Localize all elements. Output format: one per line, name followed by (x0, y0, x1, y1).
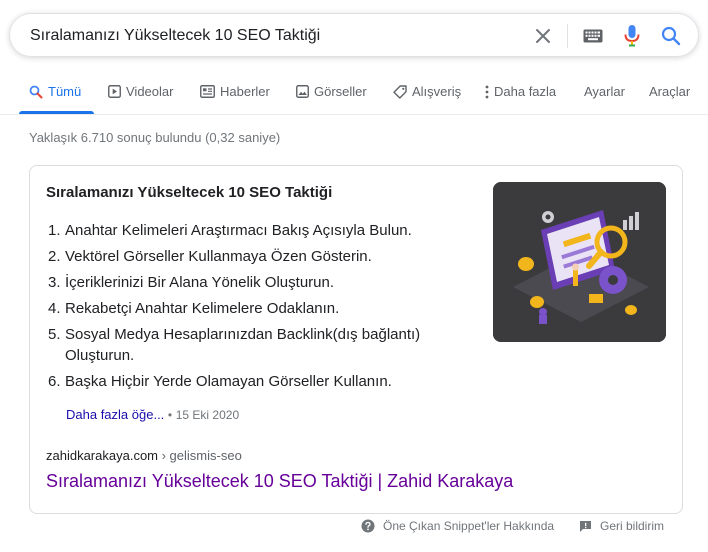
tab-label: Araçlar (649, 84, 691, 99)
microphone-icon[interactable] (621, 25, 643, 47)
tab-label: Ayarlar (584, 84, 625, 99)
tab-label: Daha fazla (494, 84, 557, 99)
about-snippets-label: Öne Çıkan Snippet'ler Hakkında (383, 519, 555, 533)
tab-tools[interactable]: Araçlar (649, 84, 690, 99)
list-item: 5. Sosyal Medya Hesaplarınızdan Backlink(… (48, 324, 468, 366)
list-item: 1. Anahtar Kelimeleri Araştırmacı Bakış A… (48, 220, 468, 241)
search-box[interactable] (9, 13, 699, 57)
featured-snippet: Sıralamanızı Yükseltecek 10 SEO Taktiği … (29, 165, 683, 514)
list-item-text: Sosyal Medya Hesaplarınızdan Backlink(dı… (65, 326, 421, 364)
feedback-link[interactable]: Geri bildirim (579, 519, 664, 533)
tab-news[interactable]: Haberler (200, 84, 270, 99)
separator-dot: • (167, 408, 173, 422)
tab-more[interactable]: Daha fazla (485, 84, 556, 99)
image-icon (296, 85, 309, 98)
snippet-title: Sıralamanızı Yükseltecek 10 SEO Taktiği (46, 184, 333, 201)
tab-images[interactable]: Görseller (296, 84, 367, 99)
list-item-number: 4. (48, 300, 61, 317)
list-item-text: Rekabetçi Anahtar Kelimelere Odaklanın. (65, 300, 340, 317)
list-item-number: 5. (48, 326, 61, 343)
search-divider (567, 24, 568, 48)
search-tabs: Tümü Videolar Haberler Görseller Alışver… (0, 76, 708, 114)
cite-domain: zahidkarakaya.com (46, 448, 158, 463)
tab-label: Tümü (48, 84, 82, 99)
list-item-number: 3. (48, 274, 61, 291)
list-item: 2. Vektörel Görseller Kullanmaya Özen Gös… (48, 246, 468, 267)
list-item-number: 2. (48, 248, 61, 265)
result-title-link[interactable]: Sıralamanızı Yükseltecek 10 SEO Taktiği … (46, 471, 513, 492)
result-stats: Yaklaşık 6.710 sonuç bulundu (0,32 saniy… (29, 130, 281, 145)
about-snippets[interactable]: Öne Çıkan Snippet'ler Hakkında (361, 519, 554, 533)
close-icon[interactable] (532, 25, 554, 47)
search-icon (29, 85, 43, 98)
list-item-text: İçeriklerinizi Bir Alana Yönelik Oluştur… (65, 274, 335, 291)
result-cite: zahidkarakaya.com › gelismis-seo (46, 448, 242, 463)
more-items-link[interactable]: Daha fazla öğe... (66, 407, 164, 422)
feedback-icon (580, 520, 591, 532)
more-row: Daha fazla öğe... • 15 Eki 2020 (66, 407, 239, 422)
list-item: 6. Başka Hiçbir Yerde Olamayan Görseller … (48, 371, 468, 392)
more-vertical-icon (485, 85, 489, 98)
tab-videos[interactable]: Videolar (108, 84, 173, 99)
tab-label: Görseller (314, 84, 367, 99)
tab-label: Videolar (126, 84, 174, 99)
snippet-date: 15 Eki 2020 (175, 408, 240, 422)
tab-settings[interactable]: Ayarlar (584, 84, 625, 99)
list-item-text: Vektörel Görseller Kullanmaya Özen Göste… (65, 248, 372, 265)
keyboard-icon[interactable] (582, 25, 604, 47)
news-icon (200, 85, 215, 98)
list-item: 4. Rekabetçi Anahtar Kelimelere Odaklanın… (48, 298, 468, 319)
tab-label: Haberler (220, 84, 270, 99)
help-icon (361, 519, 375, 533)
list-item-text: Başka Hiçbir Yerde Olamayan Görseller Ku… (65, 373, 392, 390)
list-item-text: Anahtar Kelimeleri Araştırmacı Bakış Açı… (65, 222, 412, 239)
list-item-number: 6. (48, 373, 61, 390)
cite-path: › gelismis-seo (158, 448, 242, 463)
tag-icon (393, 84, 407, 99)
list-item-number: 1. (48, 222, 61, 239)
play-icon (108, 85, 121, 98)
snippet-image[interactable] (493, 182, 666, 342)
search-icon[interactable] (660, 25, 682, 47)
tab-label: Alışveriş (412, 84, 462, 99)
tab-shopping[interactable]: Alışveriş (393, 84, 461, 99)
tab-all[interactable]: Tümü (29, 84, 81, 99)
list-item: 3. İçeriklerinizi Bir Alana Yönelik Oluşt… (48, 272, 468, 293)
feedback-label: Geri bildirim (600, 519, 665, 533)
snippet-list: 1. Anahtar Kelimeleri Araştırmacı Bakış A… (48, 220, 468, 397)
tabs-divider (0, 114, 708, 115)
seo-illustration-icon (493, 182, 666, 342)
search-input[interactable] (30, 25, 510, 47)
